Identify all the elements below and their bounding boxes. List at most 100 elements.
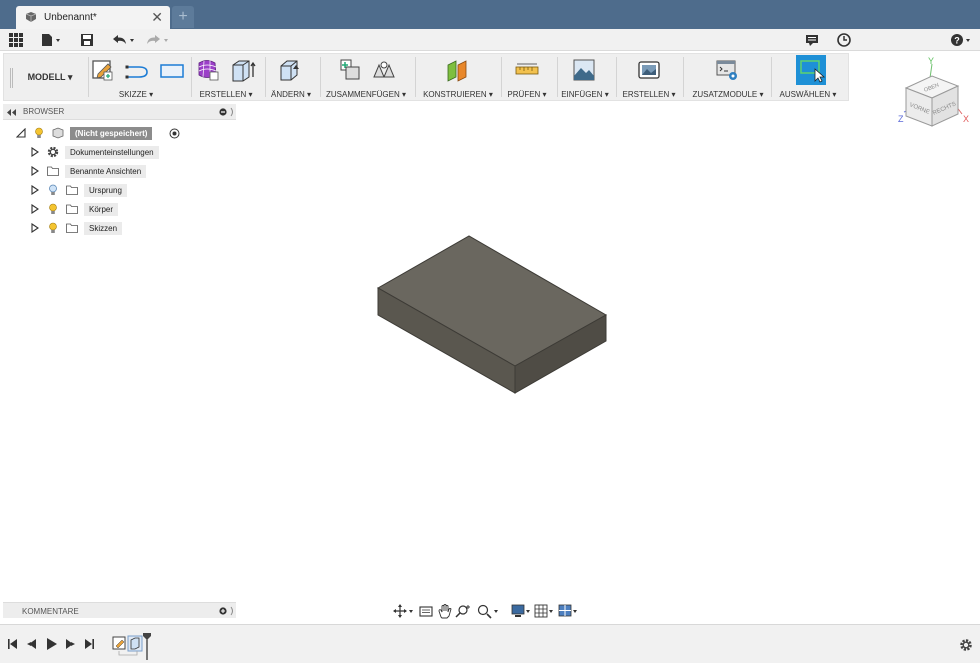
browser-header[interactable]: BROWSER — [3, 104, 236, 120]
look-at-icon[interactable] — [419, 606, 433, 617]
tree-item-sketches[interactable]: Skizzen — [0, 220, 240, 236]
visibility-bulb-icon[interactable] — [48, 184, 58, 196]
tree-item-label: Dokumenteinstellungen — [65, 146, 159, 159]
toolbar-grip[interactable] — [10, 68, 13, 88]
sketch-line-icon[interactable] — [123, 57, 153, 83]
divider — [501, 57, 502, 97]
tree-item-origin[interactable]: Ursprung — [0, 182, 240, 198]
minimize-circle-icon[interactable] — [219, 108, 227, 116]
divider — [771, 57, 772, 97]
group-label-insert[interactable]: EINFÜGEN ▾ — [560, 90, 610, 99]
create-form-icon[interactable] — [195, 57, 221, 83]
extrude-icon[interactable] — [229, 57, 257, 83]
divider — [415, 57, 416, 97]
panel-resize-handle-icon[interactable] — [229, 107, 235, 117]
go-to-end-icon[interactable] — [85, 639, 94, 649]
save-icon[interactable] — [79, 32, 95, 48]
expand-triangle-icon[interactable] — [30, 185, 40, 195]
joint-icon[interactable] — [371, 57, 397, 83]
group-label-assemble[interactable]: ZUSAMMENFÜGEN ▾ — [323, 90, 409, 99]
help-icon[interactable]: ? — [950, 32, 972, 48]
folder-icon — [66, 185, 78, 195]
render-image-icon[interactable] — [636, 57, 662, 83]
folder-icon — [66, 223, 78, 233]
tree-item-named-views[interactable]: Benannte Ansichten — [0, 163, 240, 179]
timeline-sketch-feature-icon[interactable] — [112, 636, 126, 650]
zoom-icon[interactable] — [455, 605, 470, 618]
tree-item-label: Benannte Ansichten — [65, 165, 147, 178]
group-label-construct[interactable]: KONSTRUIEREN ▾ — [418, 90, 498, 99]
offset-plane-icon[interactable] — [444, 57, 470, 83]
zoom-window-icon[interactable] — [477, 604, 499, 619]
expand-triangle-icon[interactable] — [30, 166, 40, 176]
group-label-create[interactable]: ERSTELLEN ▾ — [194, 90, 258, 99]
group-label-select[interactable]: AUSWÄHLEN ▾ — [776, 90, 840, 99]
job-status-clock-icon[interactable] — [836, 32, 852, 48]
divider — [557, 57, 558, 97]
new-tab-button[interactable]: + — [172, 6, 194, 28]
timeline-settings-gear-icon[interactable] — [959, 638, 973, 652]
view-cube[interactable]: Y Z X OBEN VORNE RECHTS — [888, 52, 980, 136]
create-sketch-icon[interactable] — [90, 57, 116, 83]
toolbar-ribbon: MODELL ▾ SKIZZE ▾ ERSTELLEN ▾ ÄNDERN ▾ Z… — [3, 53, 849, 101]
data-panel-grid-icon[interactable] — [8, 32, 24, 48]
insert-canvas-icon[interactable] — [571, 57, 597, 83]
collapse-panel-icon[interactable] — [6, 109, 16, 116]
visibility-bulb-icon[interactable] — [48, 222, 58, 234]
pan-hand-icon[interactable] — [438, 604, 452, 619]
grid-settings-icon[interactable] — [534, 604, 553, 618]
select-icon[interactable] — [796, 55, 826, 85]
expand-triangle-icon[interactable] — [30, 204, 40, 214]
group-label-sketch[interactable]: SKIZZE ▾ — [108, 90, 164, 99]
timeline-extrude-feature-icon[interactable] — [127, 635, 143, 652]
measure-icon[interactable] — [514, 57, 540, 83]
tree-item-document-settings[interactable]: Dokumenteinstellungen — [0, 144, 240, 160]
title-bar: Unbenannt* ✕ + — [0, 0, 980, 29]
workspace-dropdown[interactable]: MODELL ▾ — [20, 66, 80, 88]
model-body[interactable] — [370, 228, 615, 400]
comments-panel-header[interactable]: KOMMENTARE — [3, 602, 236, 618]
tree-item-bodies[interactable]: Körper — [0, 201, 240, 217]
close-icon[interactable]: ✕ — [151, 9, 163, 26]
browser-title: BROWSER — [23, 107, 65, 116]
divider — [616, 57, 617, 97]
divider — [88, 57, 89, 97]
press-pull-icon[interactable] — [276, 57, 302, 83]
group-label-inspect[interactable]: PRÜFEN ▾ — [504, 90, 550, 99]
group-label-modify[interactable]: ÄNDERN ▾ — [268, 90, 314, 99]
play-icon[interactable] — [47, 638, 57, 650]
document-icon — [25, 12, 37, 22]
undo-icon[interactable] — [110, 32, 136, 48]
new-component-icon[interactable] — [337, 57, 363, 83]
expand-triangle-icon[interactable] — [30, 223, 40, 233]
activate-radio-icon[interactable] — [169, 128, 180, 139]
group-label-make[interactable]: ERSTELLEN ▾ — [621, 90, 677, 99]
expand-triangle-icon[interactable] — [30, 147, 40, 157]
add-comment-icon[interactable] — [219, 607, 227, 615]
document-title: Unbenannt* — [44, 12, 97, 23]
tree-item-label: Körper — [84, 203, 119, 216]
document-tab[interactable]: Unbenannt* ✕ — [16, 6, 170, 29]
timeline-bar — [0, 624, 980, 663]
timeline-marker-handle[interactable] — [143, 633, 151, 660]
step-forward-icon[interactable] — [66, 639, 75, 649]
visibility-bulb-icon[interactable] — [34, 127, 44, 139]
display-settings-icon[interactable] — [511, 604, 530, 617]
visibility-bulb-icon[interactable] — [48, 203, 58, 215]
browser-root-row[interactable]: (Nicht gespeichert) — [0, 125, 240, 141]
orbit-icon[interactable] — [393, 604, 413, 618]
viewports-icon[interactable] — [558, 604, 577, 617]
go-to-start-icon[interactable] — [8, 639, 17, 649]
panel-resize-handle-icon[interactable] — [229, 606, 235, 616]
file-menu-icon[interactable] — [40, 32, 62, 48]
axis-x-label: X — [963, 114, 969, 124]
expand-triangle-icon[interactable] — [16, 128, 26, 138]
sketch-rectangle-icon[interactable] — [158, 57, 186, 83]
step-back-icon[interactable] — [26, 639, 36, 649]
redo-icon[interactable] — [144, 32, 170, 48]
root-component-label: (Nicht gespeichert) — [70, 127, 153, 140]
scripts-addins-icon[interactable] — [714, 57, 740, 83]
group-label-addins[interactable]: ZUSATZMODULE ▾ — [689, 90, 767, 99]
comment-icon[interactable] — [804, 32, 820, 48]
divider — [265, 57, 266, 97]
